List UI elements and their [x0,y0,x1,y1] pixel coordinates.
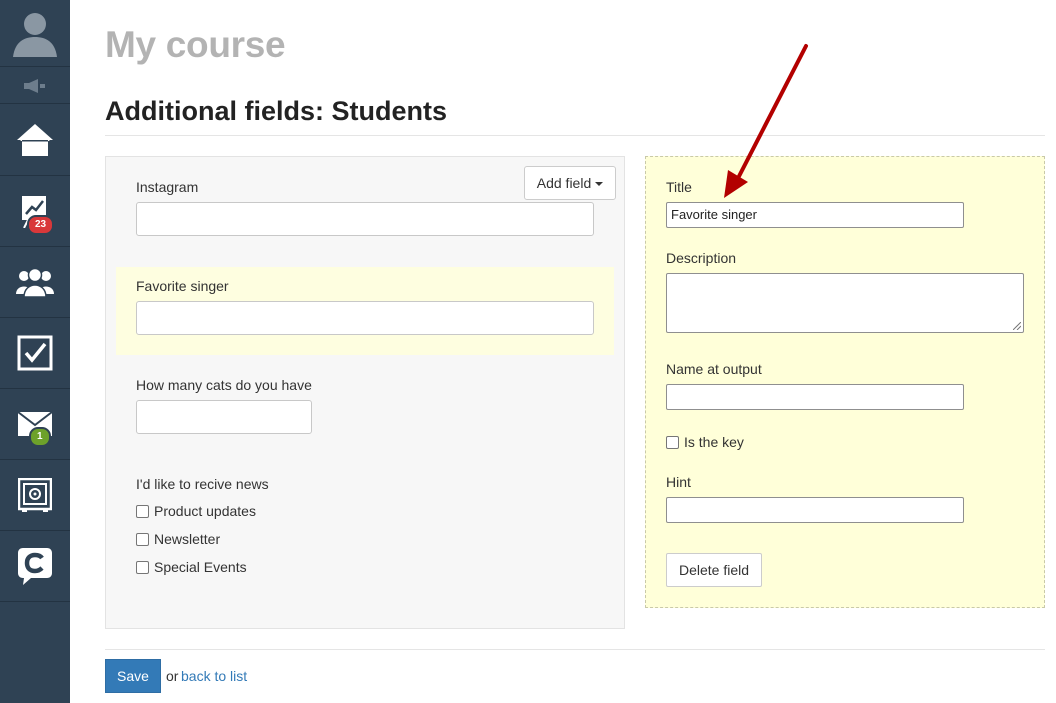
instagram-input[interactable] [136,202,594,236]
section-title: Additional fields: Students [105,96,447,126]
sidebar-item-messages[interactable]: 1 [0,389,70,460]
checkbox-icon [17,335,53,371]
c-logo-icon [18,548,52,585]
favorite-singer-input[interactable] [136,301,594,335]
home-icon [17,124,53,156]
add-field-button[interactable]: Add field [524,166,616,200]
back-to-list-link[interactable]: back to list [181,668,247,684]
newsletter-checkbox[interactable] [136,532,149,546]
output-name-label: Name at output [666,361,762,377]
output-name-input[interactable] [666,384,964,410]
hint-input[interactable] [666,497,964,523]
statistics-count-badge: 23 [27,215,55,235]
sidebar-item-safe[interactable] [0,460,70,531]
sidebar-item-statistics[interactable]: 23 [0,176,70,247]
page-title: My course [105,24,286,65]
sidebar: 23 1 [0,0,70,703]
resize-grip-icon[interactable] [1013,322,1021,330]
favorite-singer-label: Favorite singer [136,278,229,294]
special-events-checkbox[interactable] [136,560,149,574]
user-avatar-icon [13,13,57,57]
is-key-option[interactable]: Is the key [666,434,744,450]
news-label: I'd like to recive news [136,476,269,492]
sidebar-announcements[interactable] [0,68,70,104]
product-updates-label: Product updates [154,503,256,519]
title-divider [105,135,1045,136]
or-text: or [166,668,179,684]
safe-icon [18,478,52,512]
save-button[interactable]: Save [105,659,161,693]
is-key-label: Is the key [684,434,744,450]
news-option-newsletter[interactable]: Newsletter [136,531,220,547]
title-label: Title [666,179,692,195]
sidebar-item-home[interactable] [0,105,70,176]
is-key-checkbox[interactable] [666,435,679,449]
fields-preview-panel: Add field Instagram Favorite singer How … [105,156,625,629]
product-updates-checkbox[interactable] [136,504,149,518]
news-option-special-events[interactable]: Special Events [136,559,247,575]
footer-divider [105,649,1045,650]
add-field-label: Add field [536,175,592,191]
field-editor-panel: Title Favorite singer Description Name a… [645,156,1045,608]
users-icon [16,267,54,297]
sidebar-item-tasks[interactable] [0,318,70,389]
news-option-product-updates[interactable]: Product updates [136,503,256,519]
instagram-label: Instagram [136,179,199,195]
special-events-label: Special Events [154,559,247,575]
newsletter-label: Newsletter [154,531,221,547]
speaker-icon [24,78,45,93]
sidebar-item-users[interactable] [0,247,70,318]
delete-field-button[interactable]: Delete field [666,553,762,587]
annotation-arrow-icon [724,44,808,198]
caret-down-icon [595,182,604,186]
cats-label: How many cats do you have [136,377,312,393]
hint-label: Hint [666,474,691,490]
description-label: Description [666,250,737,266]
description-textarea[interactable] [666,273,1024,333]
cats-input[interactable] [136,400,312,434]
messages-count-badge: 1 [29,427,51,447]
sidebar-avatar[interactable] [0,0,70,67]
sidebar-item-chat[interactable] [0,531,70,602]
